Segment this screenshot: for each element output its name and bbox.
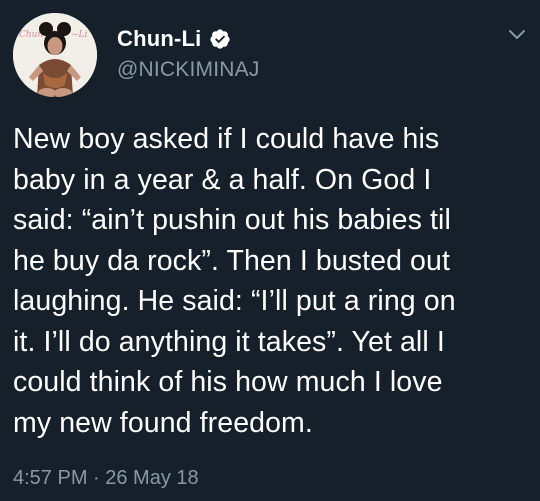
tweet-timestamp[interactable]: 4:57 PM · 26 May 18: [13, 466, 199, 490]
avatar[interactable]: Chun-Li ~Li: [13, 13, 97, 97]
verified-badge-icon: [209, 28, 231, 50]
display-name[interactable]: Chun-Li: [117, 26, 201, 52]
tweet-text: New boy asked if I could have his baby i…: [13, 123, 456, 439]
user-handle[interactable]: @NICKIMINAJ: [117, 58, 260, 82]
svg-text:~Li: ~Li: [71, 30, 88, 40]
chevron-down-icon[interactable]: [508, 28, 526, 42]
author-name-row[interactable]: Chun-Li: [117, 26, 231, 52]
tweet-card: Chun-Li ~Li Chun-Li @NICKIMINAJ New boy …: [0, 0, 540, 501]
profile-photo: Chun-Li ~Li: [13, 13, 97, 97]
